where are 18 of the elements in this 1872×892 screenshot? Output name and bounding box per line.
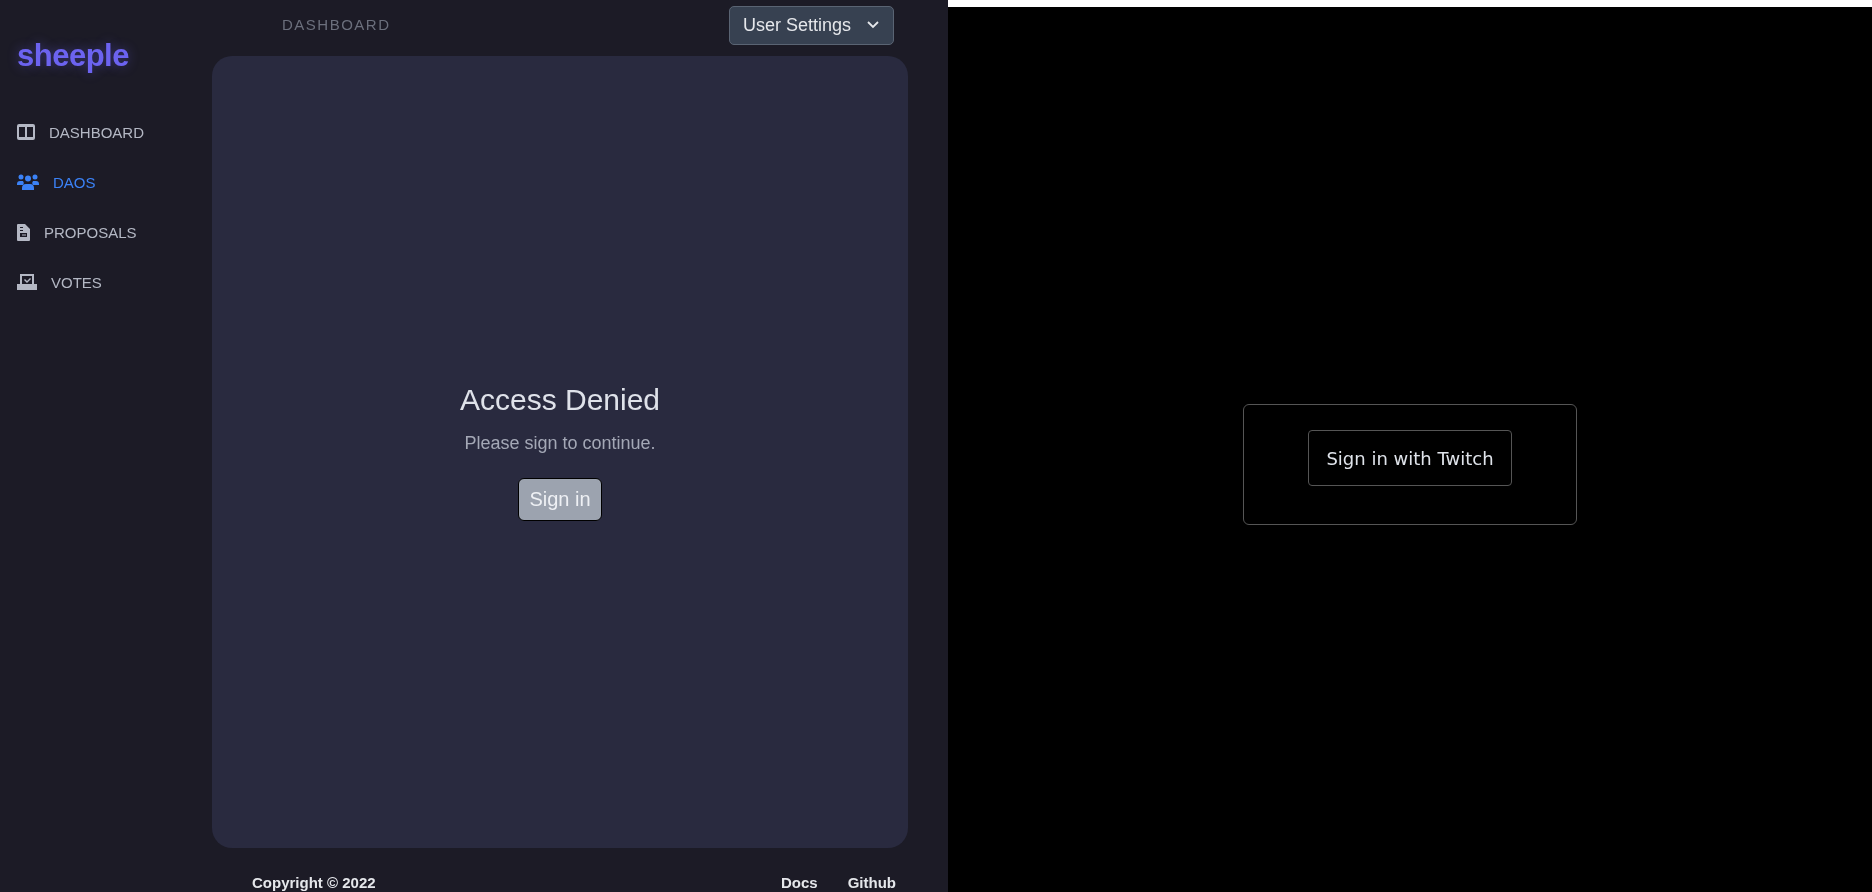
nav-item[interactable]: DAOS [0,170,212,194]
nav-item[interactable]: DASHBOARD [0,120,212,144]
columns-icon [17,124,35,140]
document-icon [17,223,30,241]
card-title: Access Denied [459,383,661,417]
footer-link[interactable]: Github [847,874,896,891]
twitch-sign-in-button[interactable]: Sign in with Twitch [1308,430,1512,486]
footer-link[interactable]: Docs [781,874,818,891]
ballot-box-icon [17,274,37,290]
chevron-down-icon [867,21,879,29]
nav-item[interactable]: PROPOSALS [0,220,212,244]
logo: sheeple [17,38,130,74]
users-icon [17,174,39,190]
card-message: Please sign to continue. [464,433,656,454]
breadcrumb: DASHBOARD [282,15,391,33]
nav-item[interactable]: VOTES [0,270,212,294]
user-settings-dropdown[interactable]: User Settings [728,5,894,45]
copyright-text: Copyright © 2022 [252,874,376,891]
